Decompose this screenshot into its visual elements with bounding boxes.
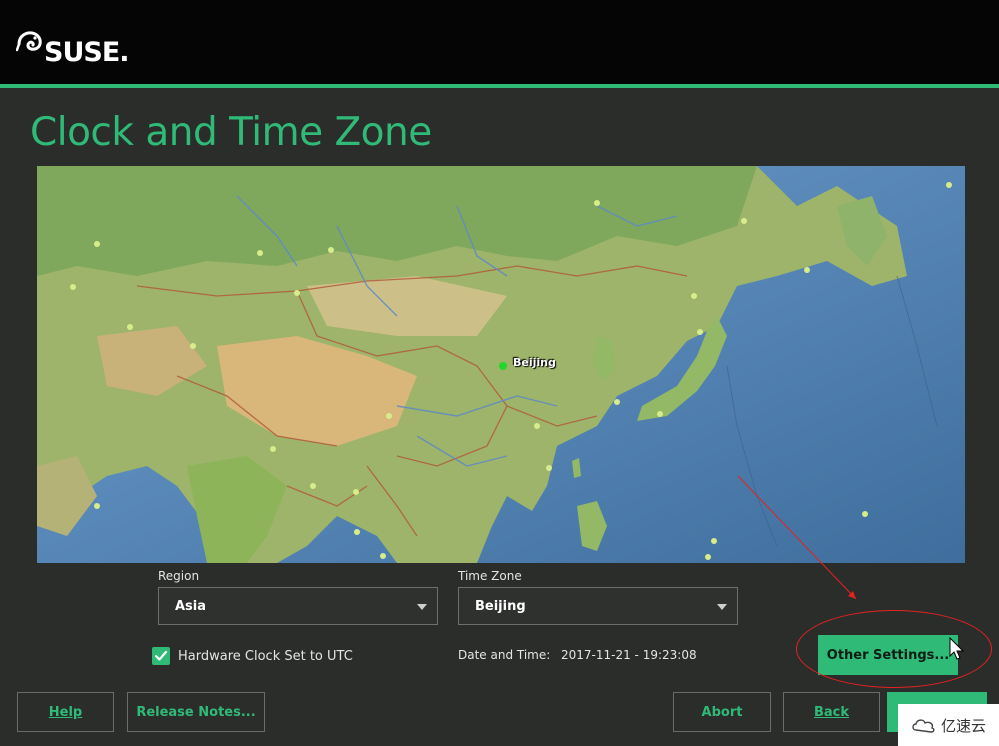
watermark-text: 亿速云: [940, 716, 986, 735]
help-button[interactable]: Help: [17, 692, 114, 732]
hardware-clock-checkbox[interactable]: [152, 647, 170, 665]
datetime-value: 2017-11-21 - 19:23:08: [561, 648, 697, 662]
timezone-select[interactable]: Beijing: [458, 587, 738, 625]
abort-button[interactable]: Abort: [673, 692, 771, 732]
back-button[interactable]: Back: [783, 692, 880, 732]
chevron-down-icon: [417, 604, 427, 610]
region-select[interactable]: Asia: [158, 587, 438, 625]
mouse-cursor-icon: [949, 637, 965, 660]
top-banner: SUSE.: [0, 0, 999, 84]
abort-button-label: Abort: [701, 704, 743, 720]
hardware-clock-label[interactable]: Hardware Clock Set to UTC: [178, 649, 353, 664]
chevron-down-icon: [717, 604, 727, 610]
timezone-label: Time Zone: [458, 569, 522, 583]
chameleon-icon: [16, 31, 42, 52]
region-label: Region: [158, 569, 200, 583]
datetime-label: Date and Time:: [458, 648, 551, 662]
logo-text: SUSE: [44, 37, 120, 68]
region-value: Asia: [175, 599, 207, 614]
checkmark-icon: [154, 650, 168, 661]
suse-logo: SUSE.: [16, 20, 130, 66]
map-graphic: [37, 166, 965, 563]
selected-city-label: Beijing: [513, 356, 556, 369]
selected-city-marker[interactable]: [499, 362, 507, 370]
page-title: Clock and Time Zone: [30, 110, 432, 155]
accent-line: [0, 84, 999, 88]
watermark: 亿速云: [898, 704, 999, 746]
release-notes-button-label: Release Notes...: [136, 704, 256, 720]
timezone-value: Beijing: [475, 599, 526, 614]
logo-dot: .: [119, 37, 130, 68]
help-button-label: Help: [48, 704, 83, 720]
back-button-label: Back: [813, 704, 850, 720]
release-notes-button[interactable]: Release Notes...: [127, 692, 265, 732]
cloud-logo-icon: [912, 719, 935, 733]
timezone-map[interactable]: Beijing: [37, 166, 965, 563]
